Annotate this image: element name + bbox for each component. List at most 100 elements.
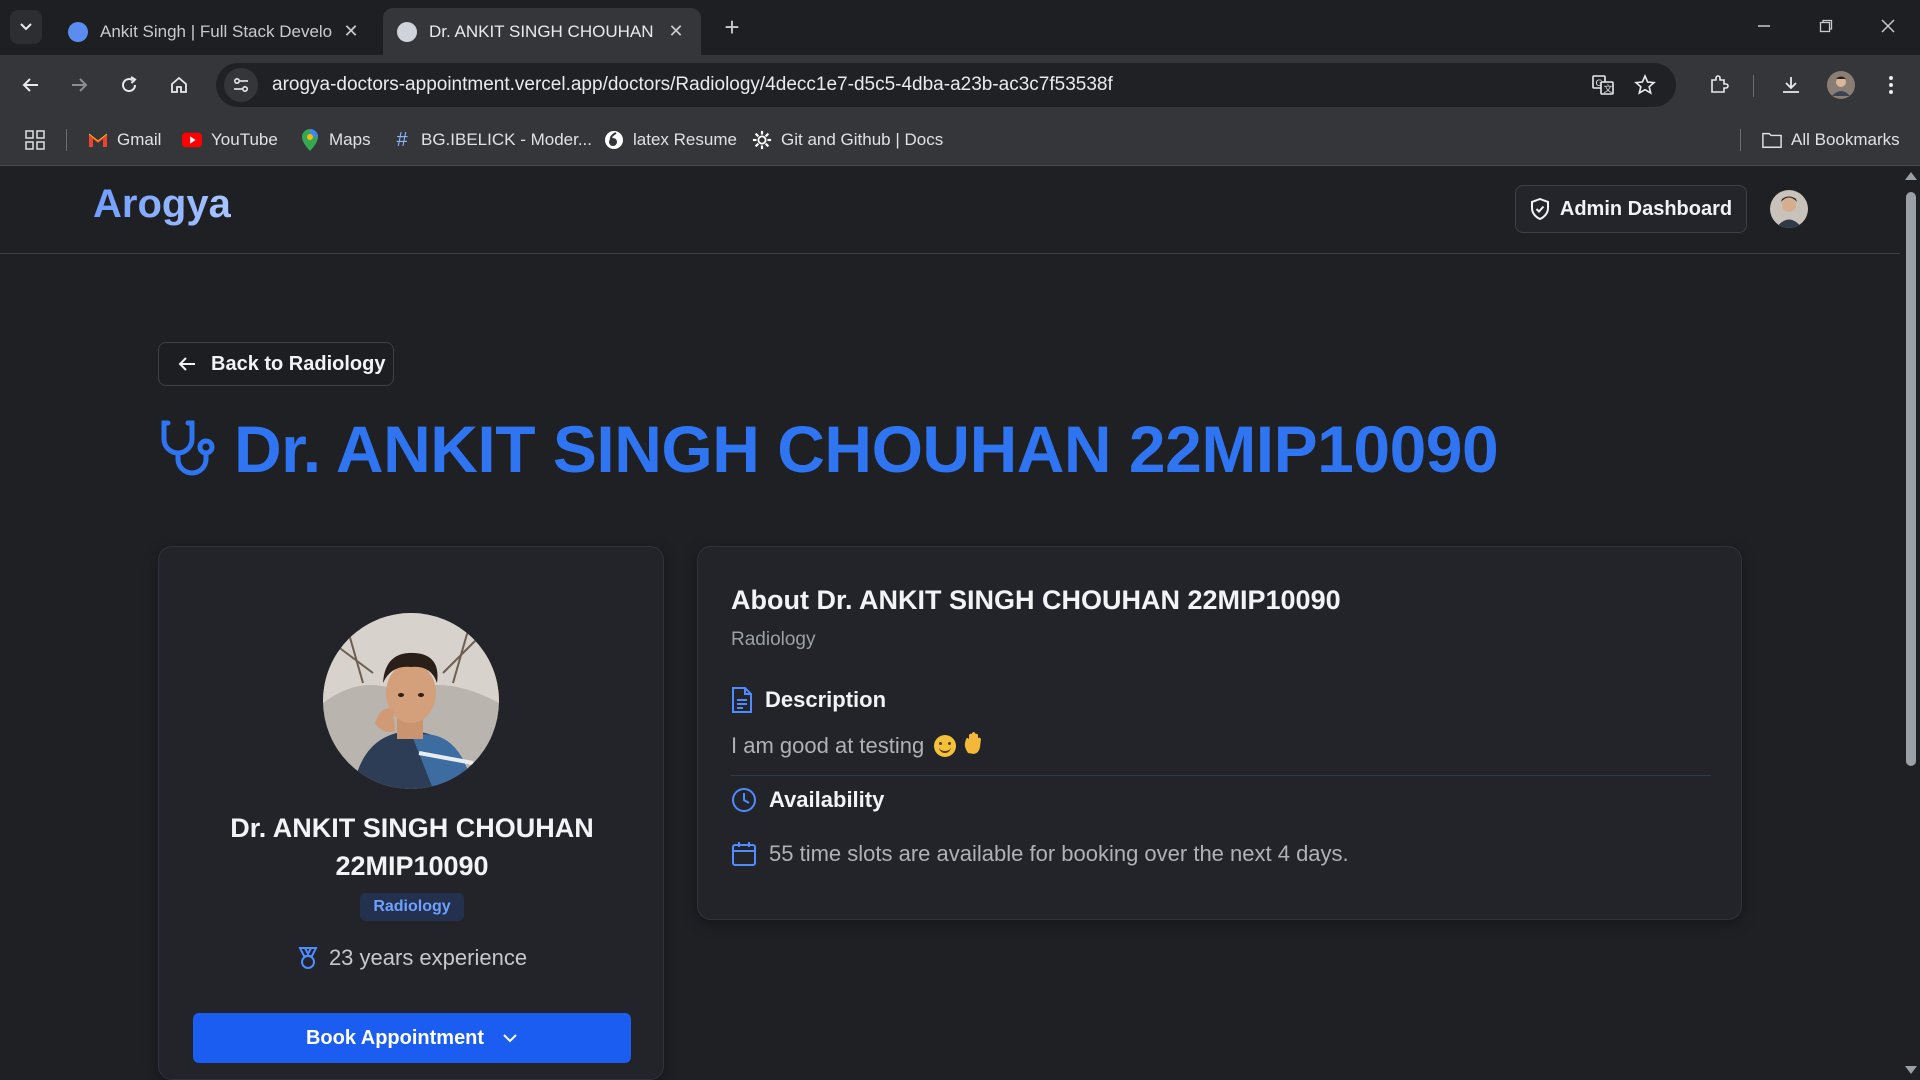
admin-dashboard-button[interactable]: Admin Dashboard: [1515, 185, 1747, 233]
portfolio-favicon-icon: [68, 21, 88, 42]
book-appointment-button[interactable]: Book Appointment: [193, 1013, 631, 1063]
site-logo[interactable]: Arogya: [93, 182, 231, 227]
bookmark-gmail[interactable]: Gmail: [88, 127, 161, 153]
downloads-button[interactable]: [1774, 68, 1808, 102]
calendar-icon: [731, 841, 757, 867]
all-bookmarks-button[interactable]: All Bookmarks: [1762, 127, 1900, 153]
bookmark-label: YouTube: [211, 130, 278, 149]
extensions-button[interactable]: [1702, 68, 1736, 102]
reload-button[interactable]: [112, 68, 146, 102]
book-appointment-label: Book Appointment: [305, 1026, 485, 1049]
star-icon: [1634, 74, 1656, 95]
browser-tab-active[interactable]: Dr. ANKIT SINGH CHOUHAN 22 ✕: [383, 8, 701, 55]
admin-dashboard-label: Admin Dashboard: [1559, 197, 1733, 220]
restore-icon: [1819, 19, 1833, 33]
availability-row: 55 time slots are available for booking …: [731, 841, 1349, 867]
description-heading-label: Description: [765, 687, 887, 712]
tab-title: Ankit Singh | Full Stack Develop: [100, 21, 332, 41]
bookmark-bg-ibelick[interactable]: # BG.IBELICK - Moder...: [392, 127, 592, 153]
bookmarks-bar: Gmail YouTube Maps # BG.IBELICK - Moder.…: [0, 115, 1920, 166]
translate-icon: G文: [1592, 75, 1614, 95]
svg-text:文: 文: [1604, 83, 1613, 95]
clock-icon: [731, 787, 757, 813]
browser-tab-strip: Ankit Singh | Full Stack Develop ✕ Dr. A…: [0, 0, 1920, 55]
doctor-heading: Dr. ANKIT SINGH CHOUHAN 22MIP10090: [158, 411, 1499, 487]
shield-check-icon: [1530, 198, 1550, 220]
availability-heading: Availability: [731, 787, 884, 813]
arogya-favicon-icon: [397, 21, 417, 42]
tune-icon: [233, 77, 249, 93]
maps-icon: [300, 129, 320, 151]
avatar: [1827, 71, 1855, 99]
all-bookmarks-label: All Bookmarks: [1791, 130, 1900, 149]
bookmark-label: Gmail: [117, 130, 162, 149]
award-icon: [297, 946, 319, 970]
folder-icon: [1762, 130, 1782, 150]
bookmark-separator: [1740, 129, 1741, 151]
menu-button[interactable]: [1874, 68, 1908, 102]
about-doctor-card: About Dr. ANKIT SINGH CHOUHAN 22MIP10090…: [697, 546, 1742, 920]
tab-title: Dr. ANKIT SINGH CHOUHAN 22: [429, 21, 657, 41]
file-text-icon: [731, 687, 753, 713]
raised-hand-emoji-icon: [962, 731, 984, 761]
gear-icon: [752, 130, 772, 150]
hash-icon: #: [396, 128, 408, 151]
scroll-down-icon[interactable]: [1905, 1066, 1917, 1074]
reload-icon: [122, 76, 137, 93]
close-tab-icon[interactable]: ✕: [340, 21, 362, 42]
restore-button[interactable]: [1796, 8, 1856, 46]
minimize-button[interactable]: [1734, 8, 1794, 46]
doctor-avatar: [323, 613, 499, 789]
apps-grid-icon: [25, 130, 45, 150]
chevron-down-icon: [20, 23, 32, 31]
web-page: Arogya Admin Dashboard Back to Radiology…: [0, 166, 1900, 1080]
browser-tab-portfolio[interactable]: Ankit Singh | Full Stack Develop ✕: [54, 8, 376, 55]
experience-row: 23 years experience: [159, 945, 665, 971]
arrow-left-icon: [22, 78, 38, 92]
new-tab-button[interactable]: +: [716, 12, 748, 44]
home-icon: [171, 76, 187, 93]
close-icon: [1881, 19, 1895, 33]
chevron-down-icon: [502, 1033, 518, 1043]
home-button[interactable]: [162, 68, 196, 102]
scrollbar-thumb[interactable]: [1906, 192, 1916, 766]
back-button[interactable]: [14, 68, 48, 102]
availability-text: 55 time slots are available for booking …: [769, 841, 1349, 866]
section-divider: [731, 775, 1711, 776]
bookmark-latex-resume[interactable]: latex Resume: [604, 127, 737, 153]
back-to-radiology-button[interactable]: Back to Radiology: [158, 342, 394, 386]
bookmark-youtube[interactable]: YouTube: [182, 127, 278, 153]
apps-button[interactable]: [24, 127, 46, 153]
bookmark-git-github-docs[interactable]: Git and Github | Docs: [752, 127, 943, 153]
about-specialty: Radiology: [731, 629, 816, 650]
forward-button[interactable]: [62, 68, 96, 102]
tab-search-button[interactable]: [10, 10, 42, 44]
bookmark-star-button[interactable]: [1628, 68, 1662, 102]
user-avatar[interactable]: [1770, 190, 1808, 228]
address-bar[interactable]: arogya-doctors-appointment.vercel.app/do…: [216, 63, 1676, 107]
stethoscope-icon: [158, 417, 222, 481]
bookmark-separator: [66, 129, 67, 151]
scroll-up-icon[interactable]: [1905, 172, 1917, 180]
arrow-left-icon: [177, 355, 197, 373]
browser-toolbar: arogya-doctors-appointment.vercel.app/do…: [0, 55, 1920, 115]
site-info-button[interactable]: [224, 68, 258, 102]
bookmark-maps[interactable]: Maps: [300, 127, 371, 153]
close-window-button[interactable]: [1858, 8, 1918, 46]
bookmark-label: latex Resume: [633, 130, 737, 149]
page-scrollbar[interactable]: [1900, 166, 1920, 1080]
youtube-icon: [182, 130, 202, 150]
minimize-icon: [1758, 25, 1770, 27]
translate-button[interactable]: G文: [1586, 68, 1620, 102]
more-vert-icon: [1889, 76, 1893, 94]
download-icon: [1783, 77, 1799, 93]
availability-heading-label: Availability: [769, 787, 885, 812]
about-title: About Dr. ANKIT SINGH CHOUHAN 22MIP10090: [731, 585, 1341, 615]
arrow-right-icon: [72, 78, 88, 92]
site-header: Arogya Admin Dashboard: [0, 166, 1900, 254]
overleaf-icon: [604, 130, 624, 150]
url-text[interactable]: arogya-doctors-appointment.vercel.app/do…: [272, 74, 1113, 96]
close-tab-icon[interactable]: ✕: [665, 21, 687, 42]
bookmark-label: BG.IBELICK - Moder...: [421, 130, 593, 149]
profile-button[interactable]: [1824, 68, 1858, 102]
